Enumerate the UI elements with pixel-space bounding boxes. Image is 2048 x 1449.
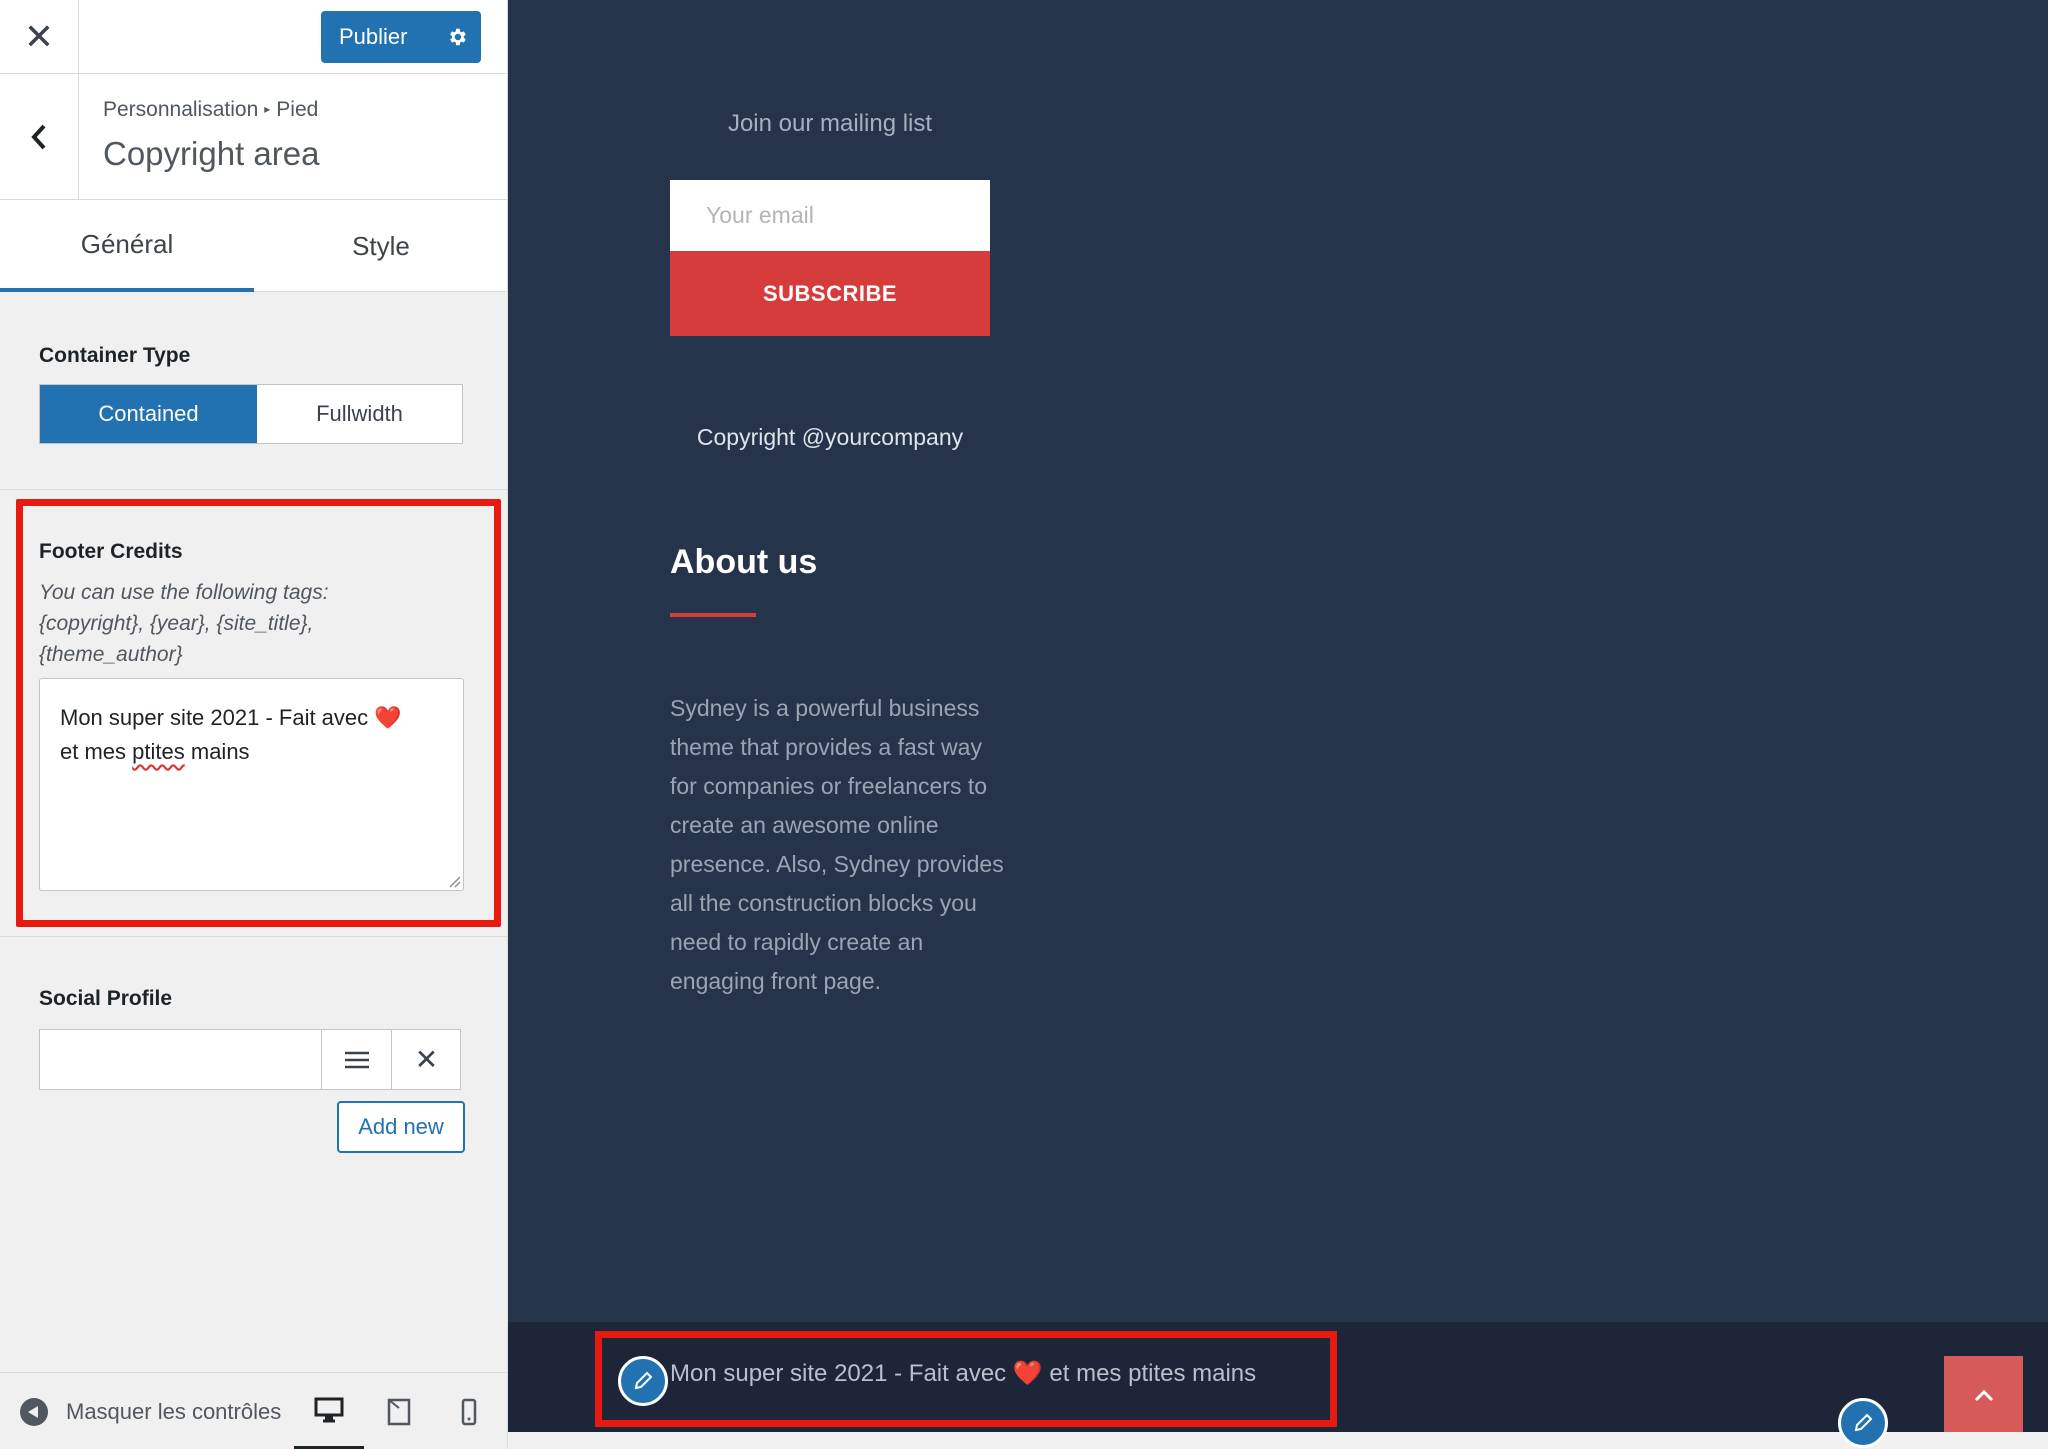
- text-fragment: et mes: [60, 739, 127, 764]
- chevron-up-icon[interactable]: [1944, 1356, 2023, 1435]
- text-fragment: et mes ptites mains: [1049, 1360, 1257, 1387]
- collapse-icon: [20, 1397, 48, 1426]
- footer-credits-help: You can use the following tags: {copyrig…: [39, 577, 479, 670]
- publish-button[interactable]: Publier: [321, 24, 431, 50]
- help-line: You can use the following tags:: [39, 581, 329, 604]
- footer-credits-textarea[interactable]: Mon super site 2021 - Fait avec ❤️ et me…: [39, 678, 464, 891]
- option-contained[interactable]: Contained: [40, 385, 257, 443]
- hide-controls-label: Masquer les contrôles: [66, 1398, 282, 1424]
- tablet-icon[interactable]: [364, 1373, 434, 1449]
- mailing-list-title: Join our mailing list: [727, 110, 933, 137]
- publish-group: Publier: [321, 11, 481, 63]
- section-title: Copyright area: [103, 135, 320, 172]
- site-preview: Join our mailing list Your email SUBSCRI…: [508, 0, 2048, 1449]
- resize-grip-icon[interactable]: [447, 874, 461, 888]
- about-underline: [670, 613, 756, 617]
- close-icon[interactable]: ✕: [0, 0, 79, 74]
- footer-credits-label: Footer Credits: [39, 540, 183, 563]
- help-line: {copyright}, {year}, {site_title},: [39, 612, 314, 635]
- chevron-left-icon[interactable]: [0, 74, 79, 200]
- heart-emoji: ❤️: [374, 705, 402, 730]
- hide-controls-button[interactable]: Masquer les contrôles: [20, 1373, 282, 1449]
- text-fragment: mains: [190, 739, 250, 764]
- remove-icon[interactable]: ✕: [392, 1030, 461, 1089]
- tab-style[interactable]: Style: [254, 200, 507, 292]
- tab-bar: Général Style: [0, 200, 507, 292]
- social-profile-row: ✕: [39, 1029, 461, 1090]
- about-heading: About us: [670, 543, 818, 581]
- misspelled-word: ptites: [132, 739, 185, 764]
- about-text: Sydney is a powerful business theme that…: [670, 695, 1004, 994]
- customizer-panel: ✕ Publier Personnalisation ▸ Pied Copyrigh…: [0, 0, 508, 1449]
- pencil-icon[interactable]: [618, 1356, 668, 1406]
- pencil-icon[interactable]: [1838, 1398, 1888, 1448]
- text-fragment: Mon super site 2021 - Fait avec: [670, 1360, 1007, 1387]
- heart-emoji: ❤️: [1012, 1360, 1043, 1387]
- breadcrumb-child: Pied: [276, 98, 319, 121]
- social-profile-input[interactable]: [40, 1030, 322, 1089]
- social-profile-label: Social Profile: [39, 987, 173, 1010]
- preview-bottom-strip: [508, 1432, 2048, 1449]
- divider: [0, 936, 507, 937]
- breadcrumb: Personnalisation ▸ Pied: [103, 98, 318, 122]
- breadcrumb-separator: ▸: [264, 102, 271, 116]
- customizer-footer: Masquer les contrôles: [0, 1372, 507, 1449]
- add-new-button[interactable]: Add new: [337, 1101, 465, 1153]
- breadcrumb-parent: Personnalisation: [103, 98, 259, 121]
- container-type-label: Container Type: [39, 344, 191, 367]
- divider: [0, 489, 507, 490]
- container-type-switch: Contained Fullwidth: [39, 384, 463, 444]
- tab-general[interactable]: Général: [0, 200, 254, 292]
- text-fragment: Mon super site 2021 - Fait avec: [60, 705, 369, 730]
- customizer-header: ✕ Publier: [0, 0, 507, 74]
- email-input[interactable]: Your email: [670, 180, 990, 251]
- mobile-icon[interactable]: [434, 1373, 504, 1449]
- section-header: Personnalisation ▸ Pied Copyright area: [0, 74, 507, 200]
- copyright-text: Copyright @yourcompany: [696, 424, 964, 450]
- desktop-icon[interactable]: [294, 1373, 364, 1449]
- help-line: {theme_author}: [39, 643, 183, 666]
- hamburger-icon[interactable]: [322, 1030, 392, 1089]
- subscribe-button[interactable]: SUBSCRIBE: [670, 251, 990, 336]
- footer-credits-text: Mon super site 2021 - Fait avec ❤️ et me…: [670, 1359, 1256, 1388]
- gear-icon[interactable]: [433, 11, 481, 63]
- option-fullwidth[interactable]: Fullwidth: [257, 385, 462, 443]
